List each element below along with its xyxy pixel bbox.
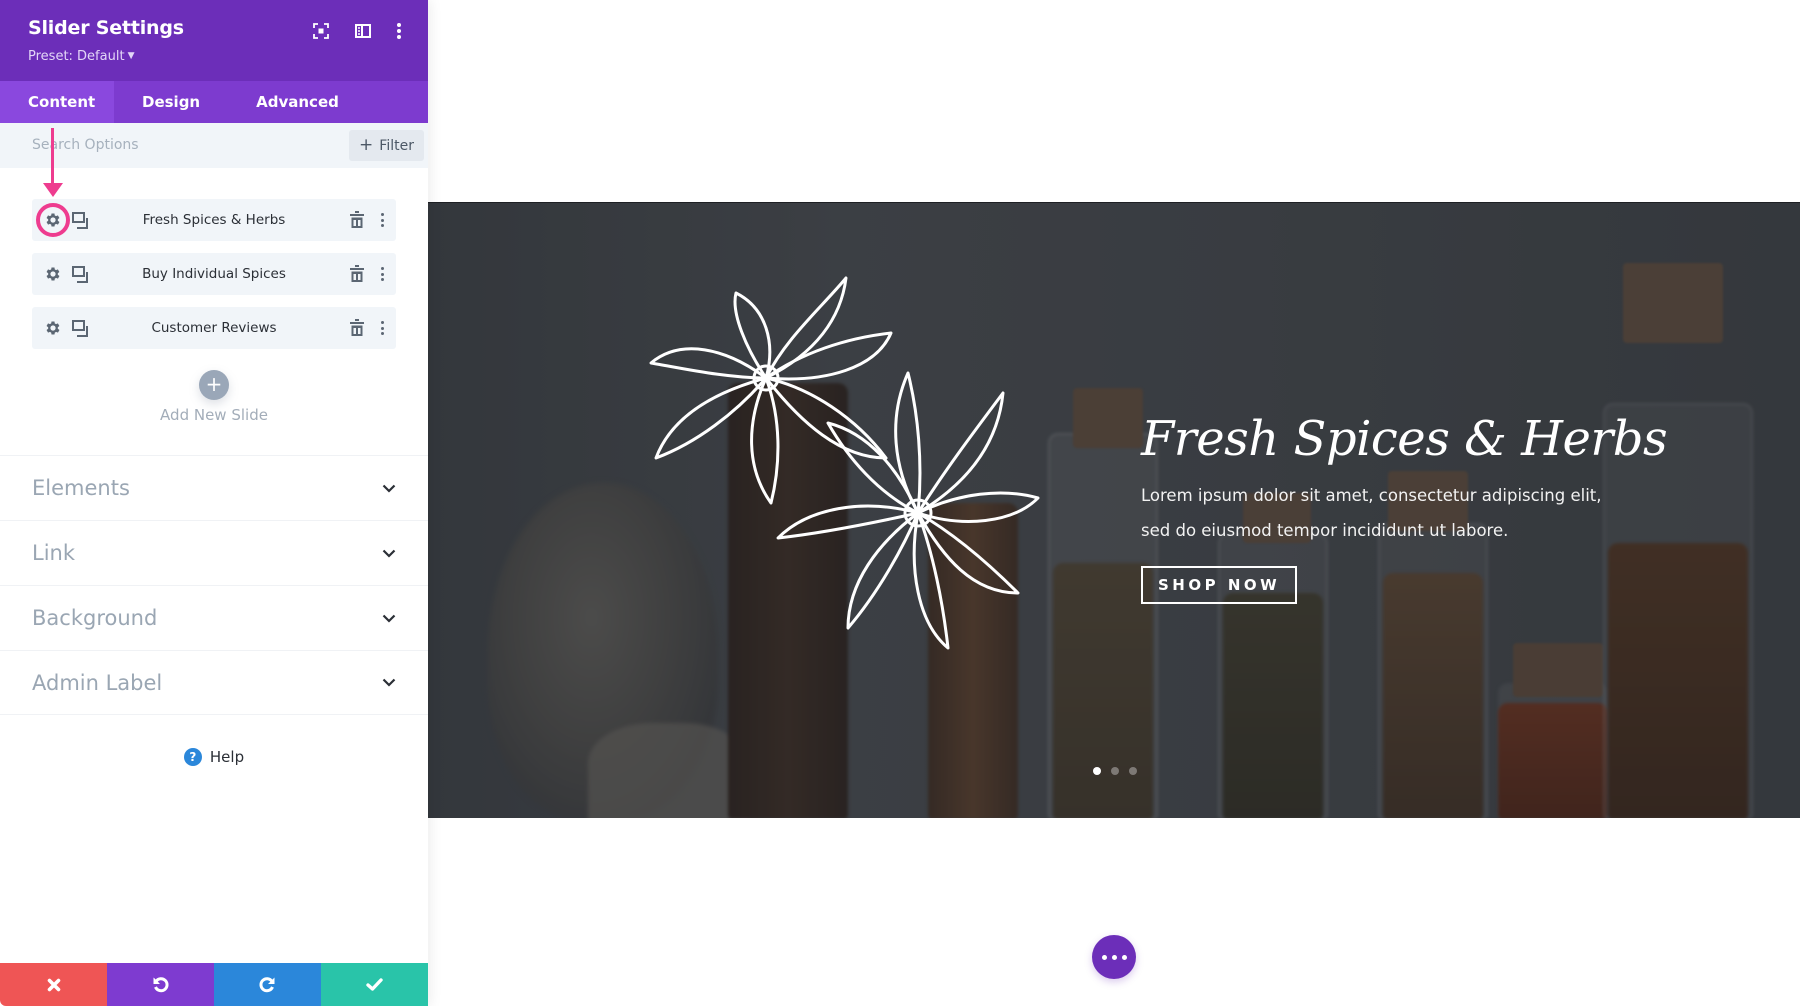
slide-item[interactable]: Buy Individual Spices bbox=[32, 253, 396, 295]
slider-dot[interactable] bbox=[1111, 767, 1119, 775]
duplicate-icon[interactable] bbox=[72, 320, 89, 337]
annotation-arrow-head-icon bbox=[43, 183, 63, 197]
tab-content[interactable]: Content bbox=[0, 81, 114, 123]
duplicate-icon[interactable] bbox=[72, 212, 89, 229]
more-options-icon[interactable] bbox=[388, 20, 410, 42]
trash-icon[interactable] bbox=[350, 319, 366, 337]
help-link[interactable]: ? Help bbox=[0, 748, 428, 766]
undo-button[interactable] bbox=[107, 963, 214, 1006]
chevron-down-icon bbox=[382, 614, 396, 623]
slide-body-text: Lorem ipsum dolor sit amet, consectetur … bbox=[1141, 485, 1602, 540]
filter-label: Filter bbox=[379, 137, 414, 154]
cancel-button[interactable] bbox=[0, 963, 107, 1006]
plus-icon: + bbox=[205, 372, 223, 396]
add-slide-button[interactable]: + bbox=[199, 370, 229, 400]
section-link[interactable]: Link bbox=[0, 520, 428, 585]
help-question-icon: ? bbox=[183, 748, 202, 766]
focus-mode-icon[interactable] bbox=[310, 20, 332, 42]
slide-more-icon[interactable] bbox=[378, 211, 386, 229]
slide-list: Fresh Spices & Herbs Buy Individual Spic… bbox=[32, 199, 396, 361]
close-icon bbox=[47, 978, 60, 991]
annotation-arrow-line bbox=[51, 128, 54, 188]
slide-more-icon[interactable] bbox=[378, 319, 386, 337]
panel-title: Slider Settings bbox=[28, 17, 184, 39]
tab-bar: Content Design Advanced bbox=[0, 81, 428, 123]
help-label: Help bbox=[209, 748, 245, 766]
slider-pagination bbox=[1093, 767, 1137, 775]
section-label: Elements bbox=[32, 476, 130, 500]
fullwidth-slider[interactable]: Fresh Spices & Herbs Lorem ipsum dolor s… bbox=[428, 202, 1800, 818]
slide-settings-gear-icon[interactable] bbox=[44, 211, 62, 229]
filter-button[interactable]: + Filter bbox=[349, 130, 424, 161]
caret-down-icon: ▼ bbox=[127, 51, 135, 61]
preset-dropdown[interactable]: Preset: Default ▼ bbox=[28, 49, 134, 64]
trash-icon[interactable] bbox=[350, 211, 366, 229]
plus-icon: + bbox=[359, 135, 374, 155]
panel-header: Slider Settings Preset: Default ▼ bbox=[0, 0, 428, 81]
chevron-down-icon bbox=[382, 678, 396, 687]
trash-icon[interactable] bbox=[350, 265, 366, 283]
section-elements[interactable]: Elements bbox=[0, 455, 428, 520]
section-background[interactable]: Background bbox=[0, 585, 428, 650]
slider-dot[interactable] bbox=[1129, 767, 1137, 775]
slider-dot[interactable] bbox=[1093, 767, 1101, 775]
section-label: Admin Label bbox=[32, 670, 163, 695]
section-label: Link bbox=[32, 541, 76, 565]
add-slide-label[interactable]: Add New Slide bbox=[0, 406, 428, 424]
search-bar: + Filter bbox=[0, 123, 428, 168]
settings-sections: Elements Link Background Admin Label bbox=[0, 455, 428, 715]
section-label: Background bbox=[32, 606, 158, 630]
panel-footer bbox=[0, 963, 428, 1006]
slide-more-icon[interactable] bbox=[378, 265, 386, 283]
slide-caption: Fresh Spices & Herbs Lorem ipsum dolor s… bbox=[1141, 413, 1781, 604]
slide-item[interactable]: Customer Reviews bbox=[32, 307, 396, 349]
slide-title: Fresh Spices & Herbs bbox=[1141, 411, 1668, 467]
shop-now-button[interactable]: SHOP NOW bbox=[1141, 565, 1298, 604]
chevron-down-icon bbox=[382, 549, 396, 558]
tab-design[interactable]: Design bbox=[114, 81, 228, 123]
section-admin-label[interactable]: Admin Label bbox=[0, 650, 428, 715]
split-view-icon[interactable] bbox=[352, 20, 374, 42]
slide-settings-gear-icon[interactable] bbox=[44, 319, 62, 337]
ellipsis-icon bbox=[1101, 954, 1127, 960]
preset-label: Preset: Default bbox=[28, 49, 125, 64]
slide-item[interactable]: Fresh Spices & Herbs bbox=[32, 199, 396, 241]
check-icon bbox=[366, 978, 383, 991]
search-input[interactable] bbox=[32, 131, 332, 159]
redo-button[interactable] bbox=[214, 963, 321, 1006]
chevron-down-icon bbox=[382, 484, 396, 493]
redo-icon bbox=[259, 977, 275, 993]
star-anise-illustration bbox=[649, 276, 1040, 650]
slide-settings-gear-icon[interactable] bbox=[44, 265, 62, 283]
save-button[interactable] bbox=[321, 963, 428, 1006]
tab-advanced[interactable]: Advanced bbox=[228, 81, 367, 123]
page-settings-fab[interactable] bbox=[1092, 935, 1136, 979]
settings-panel: Slider Settings Preset: Default ▼ Content… bbox=[0, 0, 428, 1006]
duplicate-icon[interactable] bbox=[72, 266, 89, 283]
undo-icon bbox=[153, 977, 169, 993]
